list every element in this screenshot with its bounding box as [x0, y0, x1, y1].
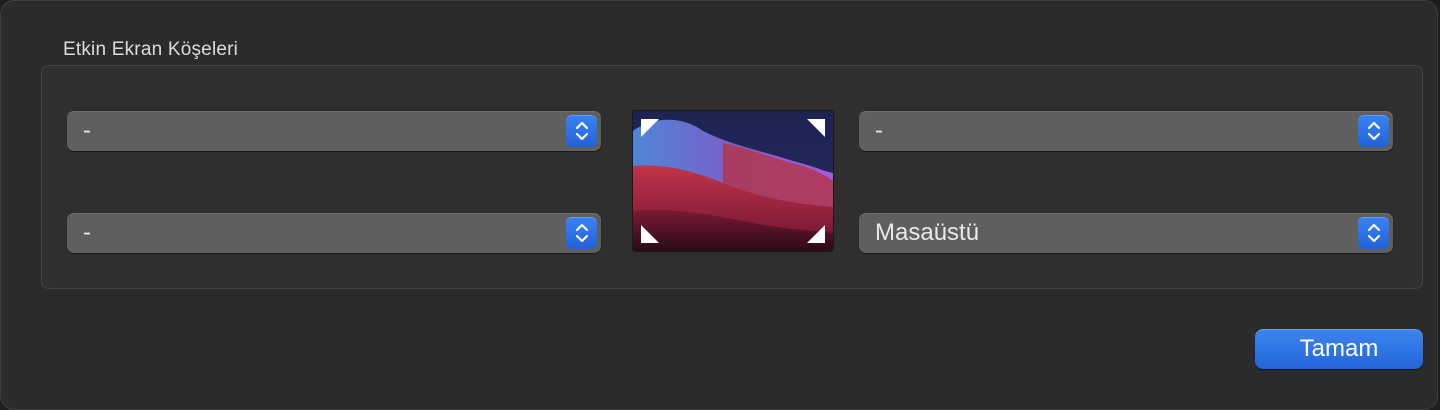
- popup-value: Masaüstü: [875, 219, 980, 246]
- bottom-left-corner-popup[interactable]: -: [67, 213, 601, 253]
- popup-value: -: [83, 117, 91, 144]
- bottom-right-corner-icon: [807, 225, 825, 243]
- top-left-corner-popup[interactable]: -: [67, 111, 601, 151]
- chevron-up-down-icon: [1358, 217, 1389, 249]
- bottom-right-corner-popup[interactable]: Masaüstü: [859, 213, 1393, 253]
- chevron-up-down-icon: [566, 115, 597, 147]
- top-right-corner-popup[interactable]: -: [859, 111, 1393, 151]
- popup-value: -: [875, 117, 883, 144]
- screen-preview-image: [633, 111, 833, 251]
- chevron-up-down-icon: [1358, 115, 1389, 147]
- bottom-left-corner-icon: [641, 225, 659, 243]
- popup-value: -: [83, 219, 91, 246]
- ok-button[interactable]: Tamam: [1255, 329, 1423, 369]
- top-left-corner-icon: [641, 119, 659, 137]
- top-right-corner-icon: [807, 119, 825, 137]
- hot-corners-sheet: Etkin Ekran Köşeleri - - - Masaüstü Tama…: [0, 0, 1438, 410]
- chevron-up-down-icon: [566, 217, 597, 249]
- section-title: Etkin Ekran Köşeleri: [63, 39, 239, 60]
